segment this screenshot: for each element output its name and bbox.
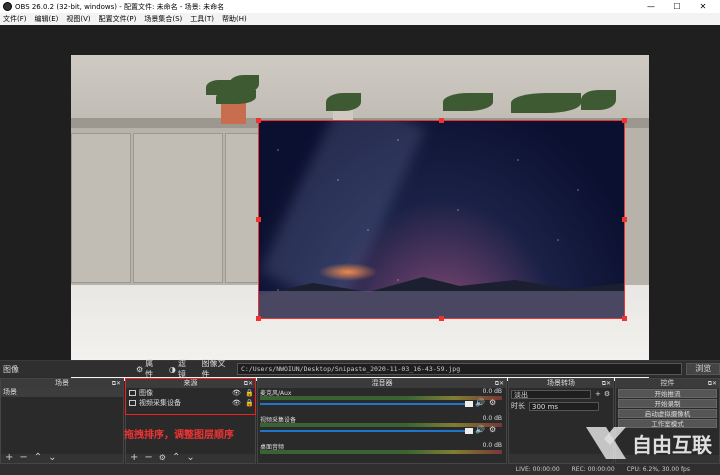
menu-file[interactable]: 文件(F) — [3, 14, 27, 24]
watermark-logo — [586, 427, 626, 459]
watermark: 自由互联 — [584, 423, 712, 463]
dock-float-icon[interactable]: ⧉✕ — [602, 379, 611, 388]
remove-source-icon[interactable]: − — [144, 452, 152, 463]
menu-tools[interactable]: 工具(T) — [190, 14, 214, 24]
scenes-title: 场景 — [55, 379, 69, 387]
resize-handle-r[interactable] — [622, 217, 627, 222]
duration-spinbox[interactable]: 300 ms — [529, 401, 599, 411]
scene-list-item[interactable]: 场景 — [1, 388, 123, 397]
image-file-label: 图像文件 — [201, 359, 226, 379]
resize-handle-tl[interactable] — [256, 118, 261, 123]
add-scene-icon[interactable]: + — [5, 452, 13, 463]
cpu-status: CPU: 6.2%, 30.00 fps — [626, 466, 690, 473]
volume-slider[interactable] — [260, 403, 465, 405]
move-up-icon[interactable]: ⌃ — [172, 452, 180, 463]
mixer-channel-desktop: 桌面音频 0.0 dB — [258, 442, 506, 460]
controls-title: 控件 — [660, 379, 675, 387]
speaker-icon[interactable]: 🔊 — [475, 425, 485, 434]
volume-slider[interactable] — [260, 430, 465, 432]
menu-help[interactable]: 帮助(H) — [222, 14, 247, 24]
gear-icon[interactable]: ⚙ — [604, 390, 610, 398]
dock-float-icon[interactable]: ⧉✕ — [495, 379, 504, 388]
start-virtual-camera-button[interactable]: 启动虚拟摄像机 — [618, 409, 717, 418]
source-toolbar: 图像 ⚙ 属性 ◑ 滤镜 图像文件 C:/Users/NWOIUN/Desktop/… — [0, 358, 720, 380]
menu-profile[interactable]: 配置文件(P) — [99, 14, 137, 24]
current-source-label: 图像 — [3, 364, 19, 374]
resize-handle-l[interactable] — [256, 217, 261, 222]
volume-meter — [260, 396, 502, 400]
mixer-channel-video: 视频采集设备 0.0 dB 🔊 ⚙ — [260, 415, 502, 434]
start-streaming-button[interactable]: 开始推流 — [618, 389, 717, 398]
filters-button[interactable]: ◑ 滤镜 — [169, 358, 194, 380]
filter-icon: ◑ — [168, 364, 176, 374]
window-title: OBS 26.0.2 (32-bit, windows) - 配置文件: 未命名… — [15, 2, 225, 11]
rec-status: REC: 00:00:00 — [571, 466, 615, 473]
add-transition-icon[interactable]: + — [595, 390, 601, 398]
move-up-icon[interactable]: ⌃ — [34, 452, 42, 463]
gear-icon[interactable]: ⚙ — [489, 425, 496, 434]
transitions-title: 场景转场 — [547, 379, 575, 387]
add-source-icon[interactable]: + — [130, 452, 138, 463]
properties-button[interactable]: ⚙ 属性 — [136, 358, 161, 380]
gear-icon[interactable]: ⚙ — [489, 398, 496, 407]
status-bar: LIVE: 00:00:00 REC: 00:00:00 CPU: 6.2%, … — [0, 464, 720, 475]
resize-handle-br[interactable] — [622, 316, 627, 321]
resize-handle-tr[interactable] — [622, 118, 627, 123]
watermark-text: 自由互联 — [632, 432, 712, 457]
live-status: LIVE: 00:00:00 — [515, 466, 560, 473]
highlight-frame — [125, 378, 256, 415]
preview-area[interactable] — [0, 25, 720, 381]
gear-icon: ⚙ — [136, 364, 144, 374]
obs-logo-icon — [3, 2, 12, 11]
volume-meter — [260, 423, 502, 427]
menu-scene-collection[interactable]: 场景集合(S) — [144, 14, 182, 24]
resize-handle-b[interactable] — [439, 316, 444, 321]
mixer-channel-mic: 麦克风/Aux 0.0 dB 🔊 ⚙ — [260, 388, 502, 407]
drag-sort-annotation: 拖拽排序，调整图层顺序 — [124, 430, 234, 441]
menu-view[interactable]: 视图(V) — [66, 14, 90, 24]
browse-button[interactable]: 浏览 — [686, 363, 720, 375]
image-path-field[interactable]: C:/Users/NWOIUN/Desktop/Snipaste_2020-11… — [236, 363, 683, 375]
transition-type-select[interactable]: 淡出 — [511, 389, 591, 399]
resize-handle-bl[interactable] — [256, 316, 261, 321]
duration-label: 时长 — [511, 402, 525, 410]
mixer-title: 混音器 — [371, 379, 393, 387]
menu-bar: 文件(F) 编辑(E) 视图(V) 配置文件(P) 场景集合(S) 工具(T) … — [0, 13, 720, 25]
close-button[interactable]: ✕ — [690, 0, 716, 13]
volume-slider-knob[interactable] — [465, 428, 473, 434]
minimize-button[interactable]: — — [638, 0, 664, 13]
menu-edit[interactable]: 编辑(E) — [35, 14, 59, 24]
title-bar: OBS 26.0.2 (32-bit, windows) - 配置文件: 未命名… — [0, 0, 720, 13]
move-down-icon[interactable]: ⌄ — [186, 452, 194, 463]
dock-float-icon[interactable]: ⧉✕ — [112, 379, 121, 388]
maximize-button[interactable]: ☐ — [664, 0, 690, 13]
move-down-icon[interactable]: ⌄ — [48, 452, 56, 463]
selection-box[interactable] — [256, 118, 627, 321]
remove-scene-icon[interactable]: − — [19, 452, 27, 463]
source-settings-icon[interactable]: ⚙ — [159, 453, 166, 462]
volume-meter — [260, 450, 502, 454]
volume-slider-knob[interactable] — [465, 401, 473, 407]
start-recording-button[interactable]: 开始录制 — [618, 399, 717, 408]
speaker-icon[interactable]: 🔊 — [475, 398, 485, 407]
audio-mixer-dock: 混音器 ⧉✕ 麦克风/Aux 0.0 dB 🔊 ⚙ 视频采集设备 0.0 dB 🔊… — [257, 378, 507, 464]
dock-float-icon[interactable]: ⧉✕ — [708, 379, 717, 388]
scenes-dock: 场景 ⧉✕ 场景 + − ⌃ ⌄ — [0, 378, 124, 464]
resize-handle-t[interactable] — [439, 118, 444, 123]
